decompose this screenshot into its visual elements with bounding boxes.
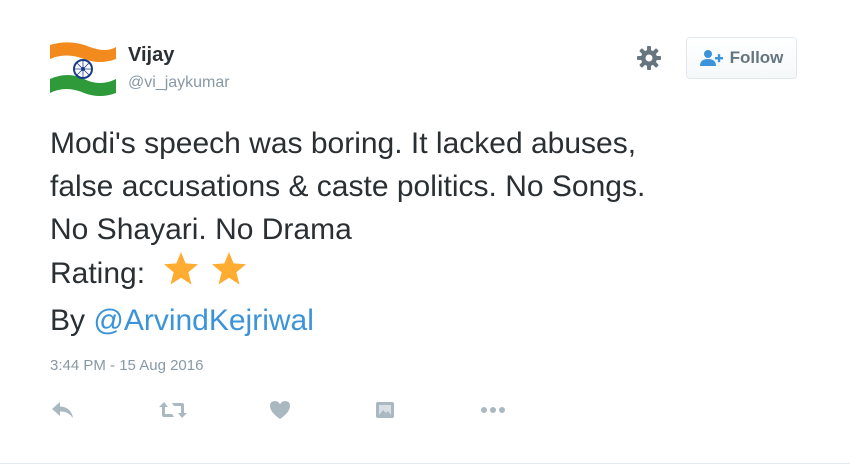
moments-icon bbox=[376, 402, 394, 418]
indian-flag-avatar-icon bbox=[50, 39, 116, 99]
more-icon bbox=[481, 407, 505, 413]
user-handle[interactable]: @vi_jaykumar bbox=[128, 74, 230, 92]
tweet-actions bbox=[0, 395, 850, 425]
retweet-button[interactable] bbox=[158, 395, 188, 425]
tweet-line: false accusations & caste politics. No S… bbox=[50, 170, 646, 203]
mention-link[interactable]: @ArvindKejriwal bbox=[93, 304, 314, 337]
tweet-line: No Shayari. No Drama bbox=[50, 213, 352, 246]
tweet-timestamp[interactable]: 3:44 PM - 15 Aug 2016 bbox=[50, 357, 203, 374]
display-name[interactable]: Vijay bbox=[128, 44, 174, 67]
gear-icon[interactable] bbox=[634, 43, 664, 73]
star-icon bbox=[212, 252, 247, 285]
by-label: By bbox=[50, 304, 86, 337]
star-icon bbox=[164, 252, 199, 285]
rating-stars bbox=[163, 251, 255, 299]
follow-label: Follow bbox=[729, 48, 784, 67]
byline: By @ArvindKejriwal bbox=[50, 299, 810, 342]
tweet-text: Modi's speech was boring. It lacked abus… bbox=[50, 122, 810, 342]
rating-label: Rating: bbox=[50, 257, 146, 290]
avatar[interactable] bbox=[50, 39, 116, 99]
rating-line: Rating: bbox=[50, 251, 810, 299]
moments-button[interactable] bbox=[373, 395, 397, 425]
add-user-icon bbox=[699, 50, 723, 66]
like-icon bbox=[270, 401, 290, 419]
reply-button[interactable] bbox=[50, 395, 76, 425]
follow-button[interactable]: Follow bbox=[686, 37, 797, 79]
more-button[interactable] bbox=[478, 395, 508, 425]
tweet-line: Modi's speech was boring. It lacked abus… bbox=[50, 127, 637, 160]
reply-icon bbox=[52, 402, 73, 418]
like-button[interactable] bbox=[268, 395, 292, 425]
divider bbox=[0, 463, 850, 464]
retweet-icon bbox=[159, 402, 187, 418]
